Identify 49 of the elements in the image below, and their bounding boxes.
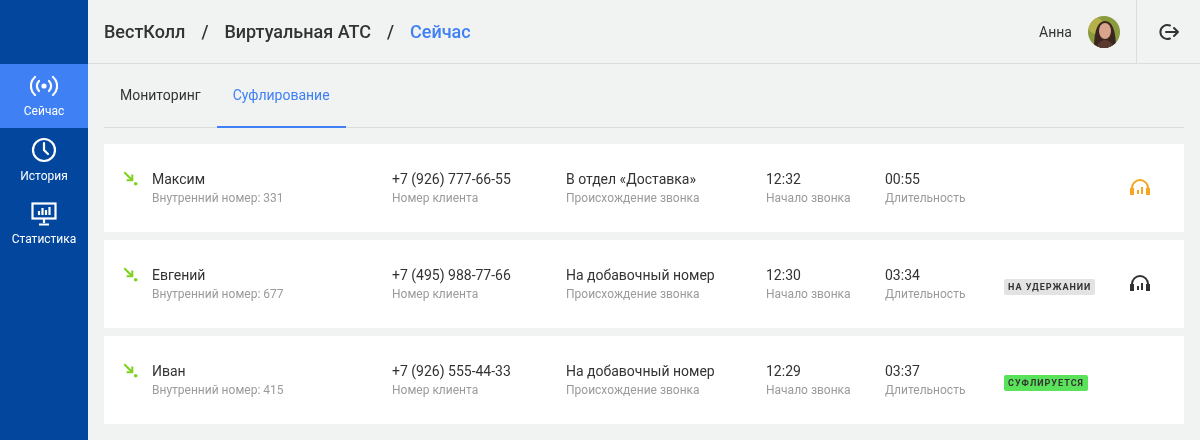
sidebar-item[interactable]: Статистика <box>0 192 88 256</box>
field-label: Происхождение звонка <box>566 191 701 205</box>
field-label: Номер клиента <box>392 383 480 397</box>
start-time: 12:29 <box>766 363 802 379</box>
phone-number: +7 (495) 988-77-66 <box>392 267 512 283</box>
incoming-call-icon <box>122 170 138 186</box>
duration: 03:34 <box>885 267 921 283</box>
field-label: Начало звонка <box>766 191 852 205</box>
headphones-icon[interactable] <box>1130 273 1150 291</box>
field-label: Длительность <box>885 191 967 205</box>
phone-number: +7 (926) 555-44-33 <box>392 363 512 379</box>
field-label: Длительность <box>885 287 967 301</box>
field-label: Длительность <box>885 383 967 397</box>
start-time: 12:30 <box>766 267 802 283</box>
breadcrumb-separator: / <box>201 21 209 42</box>
field-label: Номер клиента <box>392 191 480 205</box>
extension-label: Внутренний номер: 331 <box>152 191 285 205</box>
field-label: Начало звонка <box>766 383 852 397</box>
call-origin: На добавочный номер <box>566 267 716 283</box>
extension-label: Внутренний номер: 677 <box>152 287 285 301</box>
sidebar-item[interactable]: Сейчас <box>0 64 88 128</box>
broadcast-icon <box>30 74 58 98</box>
caller-name: Иван <box>152 363 187 379</box>
phone-number: +7 (926) 777-66-55 <box>392 171 512 187</box>
field-label: Происхождение звонка <box>566 287 701 301</box>
field-label: Номер клиента <box>392 287 480 301</box>
user-name: Анна <box>1039 23 1072 40</box>
sidebar-item[interactable]: История <box>0 128 88 192</box>
extension-label: Внутренний номер: 415 <box>152 383 285 397</box>
field-label: Начало звонка <box>766 287 852 301</box>
call-origin: На добавочный номер <box>566 363 716 379</box>
incoming-call-icon <box>122 362 138 378</box>
breadcrumb-separator: / <box>387 21 395 42</box>
breadcrumb: Сейчас <box>410 21 471 42</box>
duration: 03:37 <box>885 363 921 379</box>
status-badge: НА УДЕРЖАНИИ <box>1004 278 1096 295</box>
breadcrumb[interactable]: ВестКолл <box>104 21 186 42</box>
call-origin: В отдел «Доставка» <box>566 171 697 187</box>
caller-name: Максим <box>152 171 207 187</box>
monitor-chart-icon <box>31 202 57 226</box>
start-time: 12:32 <box>766 171 802 187</box>
field-label: Происхождение звонка <box>566 383 701 397</box>
incoming-call-icon <box>122 266 138 282</box>
breadcrumb[interactable]: Виртуальная АТС <box>224 21 371 42</box>
caller-name: Евгений <box>152 267 207 283</box>
status-badge: СУФЛИРУЕТСЯ <box>1004 374 1088 391</box>
duration: 00:55 <box>885 171 921 187</box>
clock-icon <box>31 137 57 163</box>
tab[interactable]: Мониторинг <box>104 64 217 128</box>
